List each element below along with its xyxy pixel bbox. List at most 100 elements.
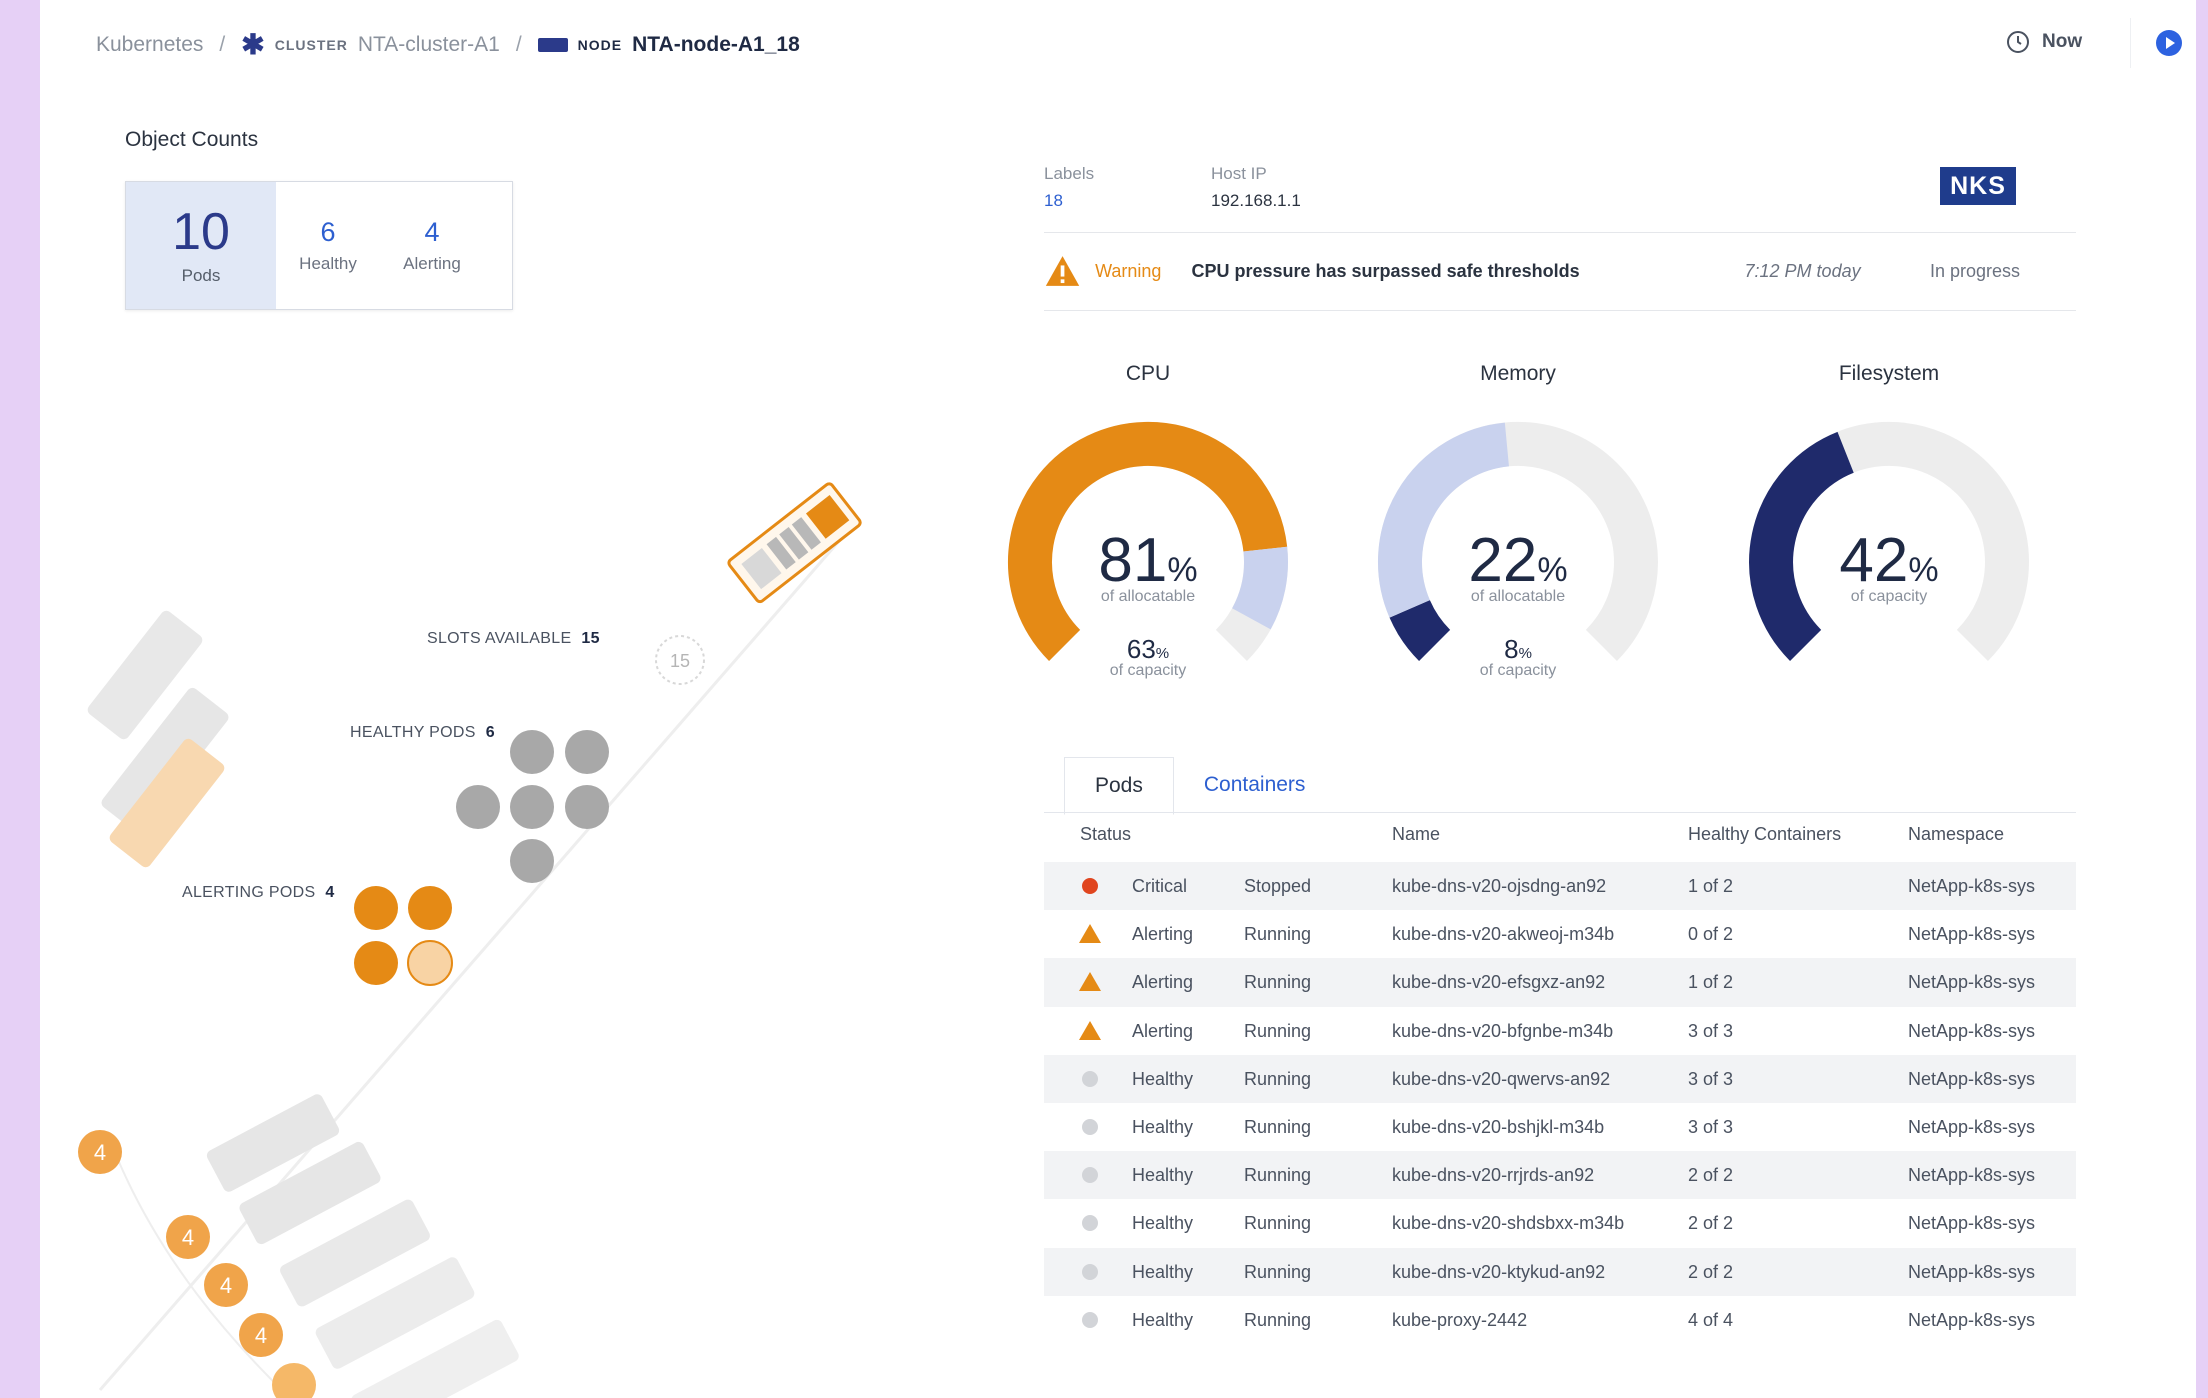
pods-table-body: Critical Stopped kube-dns-v20-ojsdng-an92 1… — [1044, 862, 2076, 1344]
slots-ring-count: 15 — [670, 651, 690, 671]
breadcrumb-kubernetes-link[interactable]: Kubernetes — [96, 33, 203, 57]
other-node-count-badge[interactable] — [272, 1363, 316, 1398]
topology-connector — [98, 539, 842, 1391]
table-row[interactable]: Healthy Running kube-dns-v20-bshjkl-m34b 3 … — [1044, 1103, 2076, 1151]
row-state: Stopped — [1244, 876, 1312, 896]
row-state: Running — [1244, 1165, 1312, 1186]
pods-table-header: Status Name Healthy Containers Namespace — [1044, 818, 2076, 852]
table-row[interactable]: Healthy Running kube-dns-v20-rrjrds-an92 2 … — [1044, 1151, 2076, 1200]
table-row[interactable]: Healthy Running kube-dns-v20-shdsbxx-m34b 2… — [1044, 1199, 2076, 1247]
critical-dot-icon — [1082, 878, 1098, 894]
memory-percent-sub: of allocatable — [1470, 588, 1566, 605]
row-state: Running — [1244, 972, 1312, 993]
healthy-count: 6 — [320, 217, 336, 247]
row-namespace: NetApp-k8s-sys — [1908, 876, 2036, 896]
cpu-percent-value: 81 — [1098, 526, 1168, 595]
healthy-dot-icon — [1082, 1215, 1098, 1232]
filesystem-percent-value: 42 — [1839, 526, 1909, 595]
filesystem-gauge-title: Filesystem — [1838, 362, 1940, 385]
alerting-count-tile[interactable]: 4 Alerting — [380, 182, 484, 309]
live-play-button[interactable] — [2156, 30, 2182, 56]
memory-capacity-value: 8 — [1504, 634, 1519, 664]
table-row[interactable]: Healthy Running kube-dns-v20-ktykud-an92 2 … — [1044, 1247, 2076, 1296]
alerting-pod[interactable] — [408, 886, 452, 930]
labels-label: Labels — [1044, 164, 1095, 183]
host-ip-value: 192.168.1.1 — [1211, 191, 1301, 210]
healthy-dot-icon — [1082, 1070, 1098, 1087]
host-ip-label: Host IP — [1211, 164, 1267, 183]
table-row[interactable]: Alerting Running kube-dns-v20-efsgxz-an92 1… — [1044, 958, 2076, 1007]
memory-capacity: 8% — [1368, 636, 1668, 662]
pods-total-tile[interactable]: 10 Pods — [126, 182, 276, 309]
other-node-count: 4 — [220, 1273, 232, 1298]
alert-time: 7:12 PM today — [1744, 260, 1861, 281]
healthy-pods-text: HEALTHY PODS — [350, 724, 476, 741]
row-pod-name: kube-dns-v20-bshjkl-m34b — [1392, 1116, 1605, 1137]
healthy-pod[interactable] — [510, 839, 554, 883]
table-row[interactable]: Critical Stopped kube-dns-v20-ojsdng-an92 1… — [1044, 862, 2076, 911]
alerting-pod[interactable] — [407, 940, 453, 986]
breadcrumb-cluster-link[interactable]: NTA-cluster-A1 — [358, 33, 500, 57]
row-healthy-containers: 0 of 2 — [1688, 924, 1734, 945]
tab-containers[interactable]: Containers — [1174, 757, 1336, 813]
selected-node-card[interactable] — [727, 482, 862, 604]
memory-percent: 22% — [1368, 530, 1668, 592]
alerting-pods-value: 4 — [325, 884, 335, 901]
row-pod-name: kube-dns-v20-rrjrds-an92 — [1392, 1165, 1595, 1186]
healthy-pod[interactable] — [510, 730, 554, 774]
cpu-capacity-value: 63 — [1126, 634, 1156, 664]
breadcrumb-node-current: NTA-node-A1_18 — [632, 33, 800, 56]
row-state: Running — [1244, 1116, 1312, 1137]
row-status: Alerting — [1132, 972, 1194, 993]
labels-count-link[interactable]: 18 — [1044, 191, 1063, 211]
node-tag: NODE — [577, 37, 623, 53]
warning-icon — [1045, 256, 1080, 286]
table-row[interactable]: Alerting Running kube-dns-v20-bfgnbe-m34b 3… — [1044, 1007, 2076, 1055]
breadcrumb-separator: / — [515, 33, 522, 56]
table-row[interactable]: Healthy Running kube-dns-v20-qwervs-an92 3 … — [1044, 1054, 2076, 1103]
healthy-dot-icon — [1082, 1167, 1098, 1184]
breadcrumb: Kubernetes / ✱ CLUSTER NTA-cluster-A1 / … — [96, 30, 800, 60]
time-selector[interactable]: Now — [2006, 30, 2082, 54]
healthy-pod[interactable] — [565, 730, 609, 774]
row-status: Healthy — [1132, 1116, 1194, 1137]
row-namespace: NetApp-k8s-sys — [1908, 1213, 2036, 1234]
healthy-count-tile[interactable]: 6 Healthy — [276, 182, 380, 309]
table-row[interactable]: Alerting Running kube-dns-v20-akweoj-m34b 0… — [1044, 910, 2076, 958]
slots-available-ring[interactable]: 15 — [655, 635, 705, 685]
healthy-pod[interactable] — [456, 785, 500, 829]
slots-available-value: 15 — [581, 630, 600, 647]
nks-badge: NKS — [1940, 167, 2016, 205]
healthy-pod[interactable] — [565, 785, 609, 829]
cpu-percent-unit: % — [1167, 551, 1198, 589]
other-node-count: 4 — [94, 1140, 106, 1165]
healthy-pod[interactable] — [510, 785, 554, 829]
table-row[interactable]: Healthy Running kube-proxy-2442 4 of 4 NetAp… — [1044, 1296, 2076, 1344]
other-node-count: 4 — [182, 1225, 194, 1250]
header-divider — [2130, 18, 2131, 68]
row-state: Running — [1244, 1309, 1312, 1330]
col-name[interactable]: Name — [1392, 824, 1440, 845]
memory-percent-value: 22 — [1468, 526, 1538, 595]
alerting-pod[interactable] — [354, 941, 398, 985]
alert-banner[interactable]: Warning CPU pressure has surpassed safe … — [1040, 250, 2020, 292]
object-counts-card: 10 Pods 6 Healthy 4 Alerting — [125, 181, 513, 310]
col-namespace[interactable]: Namespace — [1908, 824, 2004, 845]
play-icon — [2166, 37, 2175, 49]
row-namespace: NetApp-k8s-sys — [1908, 1309, 2036, 1330]
row-status: Healthy — [1132, 1309, 1194, 1330]
col-status[interactable]: Status — [1080, 824, 1131, 845]
row-namespace: NetApp-k8s-sys — [1908, 1020, 2036, 1041]
row-healthy-containers: 1 of 2 — [1688, 972, 1734, 993]
healthy-pods-label: HEALTHY PODS 6 — [350, 724, 495, 742]
col-healthy-containers[interactable]: Healthy Containers — [1688, 824, 1841, 845]
filesystem-percent-unit: % — [1908, 551, 1939, 589]
alert-message: CPU pressure has surpassed safe threshol… — [1191, 260, 1580, 281]
row-healthy-containers: 4 of 4 — [1688, 1309, 1734, 1330]
row-healthy-containers: 2 of 2 — [1688, 1165, 1734, 1186]
app-canvas: Kubernetes / ✱ CLUSTER NTA-cluster-A1 / … — [40, 0, 2196, 1398]
tab-pods[interactable]: Pods — [1064, 757, 1174, 815]
row-pod-name: kube-proxy-2442 — [1392, 1309, 1528, 1330]
healthy-label: Healthy — [299, 254, 357, 273]
alerting-pod[interactable] — [354, 886, 398, 930]
